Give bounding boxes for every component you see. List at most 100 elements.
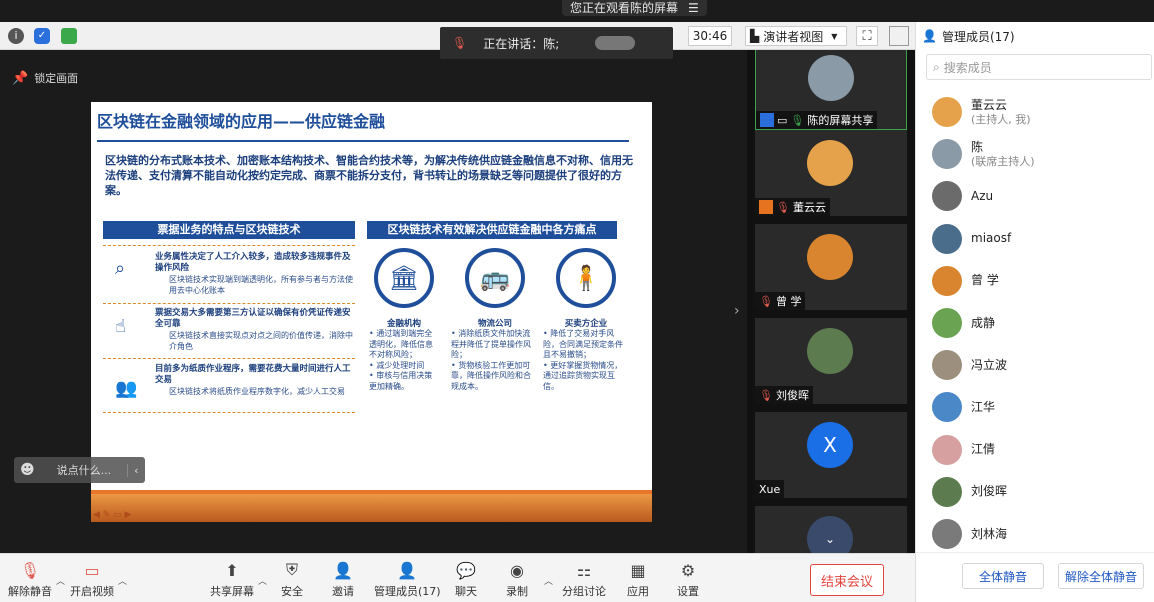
viewing-text: 您正在观看陈的屏幕: [570, 1, 679, 15]
settings-button[interactable]: ⚙ 设置: [677, 560, 699, 599]
menu-icon[interactable]: ☰: [688, 1, 699, 15]
member-row[interactable]: 刘俊晖: [932, 472, 1152, 512]
video-tile-label: Xue: [755, 480, 785, 498]
collapse-icon[interactable]: ‹: [127, 463, 139, 477]
chevron-down-icon[interactable]: ⌄: [807, 516, 853, 553]
record-button[interactable]: ◉ 录制: [506, 560, 528, 599]
avatar: [932, 181, 962, 212]
member-row[interactable]: 江倩: [932, 430, 1152, 470]
avatar-initial: X: [807, 422, 853, 468]
breakout-icon: ⚏: [576, 560, 592, 580]
breakout-button[interactable]: ⚏ 分组讨论: [562, 560, 606, 599]
chevron-right-icon[interactable]: ›: [734, 303, 740, 319]
fullscreen-button[interactable]: ⛶: [856, 26, 878, 46]
member-row[interactable]: 成静: [932, 303, 1152, 343]
member-name: 江华: [971, 399, 996, 414]
emoji-icon[interactable]: ☻: [20, 462, 35, 478]
chevron-up-icon[interactable]: ︿: [544, 574, 553, 587]
avatar: [932, 265, 962, 296]
column-title: 买卖方企业: [564, 319, 608, 329]
invite-button[interactable]: 👤 邀请: [332, 560, 354, 599]
sidebar-toggle-button[interactable]: [889, 26, 909, 46]
unmute-button[interactable]: 🎙 解除静音: [8, 560, 52, 599]
column-body: • 通过端到端完全透明化，降低信息不对称风险； • 减少处理时间 • 审核与信用…: [369, 329, 433, 391]
chevron-up-icon[interactable]: ︿: [118, 574, 127, 587]
member-row[interactable]: 曾 学: [932, 261, 1152, 301]
member-name: 江倩: [971, 442, 996, 457]
viewing-banner: 您正在观看陈的屏幕 ☰: [562, 0, 707, 16]
member-name: 陈: [971, 139, 984, 154]
video-tile[interactable]: 🎙 刘俊晖: [755, 318, 907, 404]
member-row[interactable]: 刘林海: [932, 514, 1152, 554]
shield-icon[interactable]: ✓: [34, 28, 50, 44]
member-row[interactable]: 冯立波: [932, 345, 1152, 385]
screen-share-icon: ▭: [777, 113, 788, 127]
lock-screen-button[interactable]: 📌 锁定画面: [8, 66, 86, 90]
avatar: [932, 392, 962, 423]
apps-label: 应用: [627, 585, 649, 598]
chat-button[interactable]: 💬 聊天: [455, 560, 477, 599]
unmute-label: 解除静音: [8, 585, 52, 598]
pin-icon: 📌: [12, 70, 29, 86]
avatar: [932, 476, 962, 507]
chat-placeholder: 说点什么...: [56, 464, 112, 477]
meeting-window: 您正在观看陈的屏幕 ☰ i ✓ 🎙 正在讲话：陈; 30:46 ▙ 演讲者视图 …: [0, 0, 1154, 602]
left-item-head: 目前多为纸质作业程序，需要花费大量时间进行人工交易: [155, 364, 351, 385]
member-row[interactable]: Azu: [932, 176, 1152, 216]
video-tile-name: 曾 学: [775, 295, 802, 308]
column-body: • 消除纸质文件加快流程并降低了提单操作风险； • 货物核验工作更加可靠，降低操…: [451, 329, 531, 391]
slide-footer-bar: [91, 490, 652, 494]
chat-icon: 💬: [456, 560, 476, 580]
member-name: 董云云: [971, 97, 1008, 112]
member-text: 冯立波: [971, 358, 1007, 373]
invite-label: 邀请: [332, 585, 354, 598]
video-tile-label: 🎙 董云云: [755, 198, 830, 216]
slide-nav-icons[interactable]: ◀ ✎ ▭ ▶: [93, 510, 131, 520]
start-video-button[interactable]: ▭ 开启视频: [70, 560, 114, 599]
video-tile[interactable]: 🎙 曾 学: [755, 224, 907, 310]
video-tile-name: 刘俊晖: [775, 389, 809, 402]
end-meeting-button[interactable]: 结束会议: [810, 564, 884, 596]
member-name: 成静: [971, 315, 996, 330]
signal-icon[interactable]: [61, 28, 77, 44]
mute-all-button[interactable]: 全体静音: [962, 563, 1044, 589]
security-label: 安全: [281, 585, 303, 598]
member-text: Azu: [971, 189, 993, 204]
start-video-label: 开启视频: [70, 585, 114, 598]
video-tile[interactable]: 🎙 董云云: [755, 130, 907, 216]
view-mode-dropdown[interactable]: ▙ 演讲者视图 ▼: [745, 26, 847, 46]
video-tile[interactable]: ▭ 🎙 陈的屏幕共享: [755, 50, 907, 130]
breakout-label: 分组讨论: [562, 585, 606, 598]
apps-button[interactable]: ▦ 应用: [627, 560, 649, 599]
video-tile[interactable]: ⌄: [755, 506, 907, 553]
manage-members-button[interactable]: 👤 管理成员(17): [374, 560, 441, 599]
bottom-toolbar: 🎙 解除静音 ︿ ▭ 开启视频 ︿ ⬆ 共享屏幕 ︿ ⛨ 安全 👤 邀请 👤 管理成员(17…: [0, 553, 915, 602]
slide-title: 区块链在金融领域的应用——供应链金融: [97, 112, 386, 131]
members-icon: 👤: [397, 560, 418, 580]
speaking-indicator: 🎙 正在讲话：陈;: [440, 27, 673, 59]
member-row[interactable]: 江华: [932, 387, 1152, 427]
member-search-input[interactable]: ⌕ 搜索成员: [926, 54, 1152, 80]
member-text: 江倩: [971, 442, 995, 457]
video-tile-name: 陈的屏幕共享: [807, 114, 874, 127]
member-row[interactable]: 董云云 (主持人, 我): [932, 92, 1152, 132]
chat-input[interactable]: ☻ 说点什么... ‹: [14, 457, 145, 483]
mic-muted-icon: 🎙: [776, 200, 790, 214]
member-name: 刘林海: [971, 526, 1008, 541]
column-title: 物流公司: [477, 319, 512, 329]
chevron-up-icon[interactable]: ︿: [56, 574, 65, 587]
video-tile[interactable]: X Xue: [755, 412, 907, 498]
bus-icon: 🚌: [465, 248, 525, 308]
mic-muted-icon: 🎙: [452, 36, 468, 50]
member-row[interactable]: 陈 (联席主持人): [932, 134, 1152, 174]
info-icon[interactable]: i: [8, 28, 24, 44]
member-row[interactable]: miaosf: [932, 219, 1152, 259]
slide-title-rule: [97, 140, 629, 142]
security-button[interactable]: ⛨ 安全: [281, 560, 303, 599]
chevron-up-icon[interactable]: ︿: [258, 574, 267, 587]
member-name: 冯立波: [971, 357, 1008, 372]
share-screen-button[interactable]: ⬆ 共享屏幕: [210, 560, 254, 599]
people-icon: 👥: [115, 378, 138, 399]
shared-slide: 区块链在金融领域的应用——供应链金融 区块链的分布式账本技术、加密账本结构技术、…: [91, 102, 652, 522]
unmute-all-button[interactable]: 解除全体静音: [1058, 563, 1144, 589]
